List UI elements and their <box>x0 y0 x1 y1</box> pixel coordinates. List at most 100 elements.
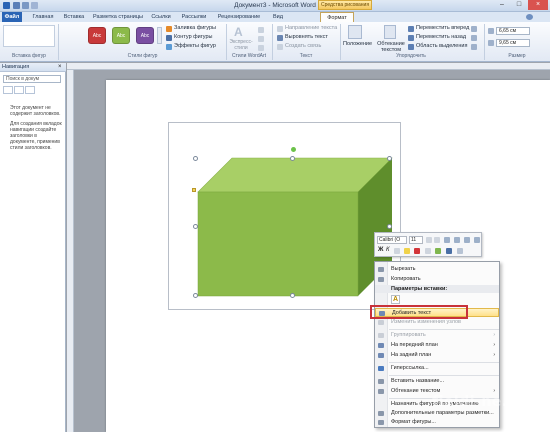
adjust-handle[interactable] <box>192 188 196 192</box>
highlight-icon[interactable] <box>404 248 410 254</box>
outdent-icon[interactable] <box>474 237 480 243</box>
tab-format[interactable]: Формат <box>320 12 354 22</box>
menu-item-hyperlink[interactable]: Гиперссылка... <box>375 364 499 373</box>
text-direction-button[interactable]: Направление текста <box>285 25 337 31</box>
menu-item-copy[interactable]: Копировать <box>375 275 499 284</box>
italic-icon[interactable]: К <box>386 247 390 253</box>
menu-item-edit-points[interactable]: Изменить изменения узлов <box>375 318 499 327</box>
express-styles-button[interactable]: Экспресс-стили <box>229 39 253 51</box>
shape-style-green[interactable]: Abc <box>112 27 130 44</box>
resize-handle[interactable] <box>387 224 392 229</box>
group-label-wordart: Стили WordArt <box>231 53 267 59</box>
selection-pane-button[interactable]: Область выделения <box>416 43 467 49</box>
group-label-shape-styles: Стили фигур <box>127 53 158 59</box>
menu-item-group[interactable]: Группировать › <box>375 331 499 340</box>
vertical-ruler[interactable] <box>67 70 74 432</box>
menu-item-more-layout-options[interactable]: Дополнительные параметры разметки... <box>375 409 499 418</box>
indent-icon[interactable] <box>464 237 470 243</box>
position-button[interactable]: Положение <box>343 41 372 47</box>
shapes-gallery[interactable] <box>3 25 55 47</box>
width-field[interactable]: 9,65 см <box>496 39 530 47</box>
cut-icon <box>378 267 384 272</box>
nav-tab-headings[interactable] <box>3 86 13 94</box>
height-field[interactable]: 6,65 см <box>496 27 530 35</box>
menu-item-send-to-back[interactable]: На задний план › <box>375 351 499 360</box>
close-button[interactable]: × <box>528 0 548 10</box>
submenu-arrow-icon: › <box>493 332 495 338</box>
outline-icon <box>166 35 172 41</box>
horizontal-ruler[interactable] <box>67 63 550 70</box>
bring-forward-button[interactable]: Переместить вперед <box>416 25 469 31</box>
menu-item-insert-caption[interactable]: Вставить название... <box>375 377 499 386</box>
paste-keep-text-icon[interactable]: A <box>391 295 400 304</box>
tab-home[interactable]: Главная <box>28 12 58 22</box>
wrap-text-icon <box>384 25 396 39</box>
grow-font-icon[interactable] <box>426 237 432 243</box>
ribbon-tabs: Файл Главная Вставка Разметка страницы С… <box>0 12 550 22</box>
tab-insert[interactable]: Вставка <box>60 12 88 22</box>
text-effects-icon[interactable] <box>258 45 264 51</box>
shape-outline-mini-icon[interactable] <box>446 248 452 254</box>
group-icon[interactable] <box>471 35 477 41</box>
menu-item-bring-to-front[interactable]: На передний план › <box>375 341 499 350</box>
menu-separator <box>389 362 499 363</box>
shape-fill-mini-icon[interactable] <box>435 248 441 254</box>
nav-tab-results[interactable] <box>25 86 35 94</box>
submenu-arrow-icon: › <box>493 342 495 348</box>
menu-item-cut[interactable]: Вырезать <box>375 265 499 274</box>
rotate-icon[interactable] <box>471 44 477 50</box>
help-icon[interactable] <box>526 14 533 20</box>
shape-style-red[interactable]: Abc <box>88 27 106 44</box>
navigation-pane: Навигация × Поиск в докум Этот документ … <box>0 63 66 432</box>
shrink-font-icon[interactable] <box>434 237 440 243</box>
resize-handle[interactable] <box>193 224 198 229</box>
tab-view[interactable]: Вид <box>268 12 288 22</box>
shape-effects-button[interactable]: Эффекты фигур <box>174 43 216 49</box>
styles-scroll[interactable] <box>157 27 162 44</box>
tab-mailings[interactable]: Рассылки <box>178 12 210 22</box>
menu-item-label: Копировать <box>391 276 421 282</box>
bold-icon[interactable]: Ж <box>378 247 383 253</box>
tab-page-layout[interactable]: Разметка страницы <box>91 12 145 22</box>
bullets-icon[interactable] <box>425 248 431 254</box>
align-icon[interactable] <box>471 26 477 32</box>
shape-outline-button[interactable]: Контур фигуры <box>174 34 212 40</box>
format-painter-icon[interactable] <box>444 237 450 243</box>
styles-icon[interactable] <box>454 237 460 243</box>
menu-item-format-shape[interactable]: Формат фигуры... <box>375 418 499 427</box>
font-color-icon[interactable] <box>414 248 420 254</box>
shape-effects-mini-icon[interactable] <box>457 248 463 254</box>
resize-handle[interactable] <box>387 156 392 161</box>
resize-handle[interactable] <box>290 293 295 298</box>
font-name-field[interactable]: Calibri (О <box>377 236 407 244</box>
shape-style-purple[interactable]: Abc <box>136 27 154 44</box>
font-size-field[interactable]: 11 <box>409 236 423 244</box>
minimize-button[interactable]: – <box>494 0 510 10</box>
highlight-annotation-box <box>370 305 468 319</box>
group-label-insert-shapes: Вставка фигур <box>12 53 46 59</box>
resize-handle[interactable] <box>290 156 295 161</box>
resize-handle[interactable] <box>193 293 198 298</box>
cube-shape[interactable] <box>190 150 400 305</box>
shape-fill-button[interactable]: Заливка фигуры <box>174 25 216 31</box>
resize-handle[interactable] <box>193 156 198 161</box>
tab-review[interactable]: Рецензирование <box>213 12 265 22</box>
center-align-icon[interactable] <box>394 248 400 254</box>
rotate-handle[interactable] <box>291 147 296 152</box>
tab-file[interactable]: Файл <box>2 12 22 22</box>
create-link-button[interactable]: Создать связь <box>285 43 321 49</box>
nav-tab-pages[interactable] <box>14 86 24 94</box>
tab-references[interactable]: Ссылки <box>148 12 174 22</box>
maximize-button[interactable]: □ <box>511 0 527 10</box>
text-fill-icon[interactable] <box>258 27 264 33</box>
bring-forward-icon <box>408 26 414 32</box>
wrap-text-button[interactable]: Обтекание текстом <box>376 41 406 53</box>
copy-icon <box>378 277 384 282</box>
bring-front-icon <box>378 343 384 348</box>
align-text-button[interactable]: Выровнять текст <box>285 34 328 40</box>
nav-search-input[interactable]: Поиск в докум <box>3 75 61 83</box>
text-outline-icon[interactable] <box>258 36 264 42</box>
menu-separator <box>389 375 499 376</box>
nav-close-icon[interactable]: × <box>58 64 62 70</box>
send-backward-button[interactable]: Переместить назад <box>416 34 466 40</box>
